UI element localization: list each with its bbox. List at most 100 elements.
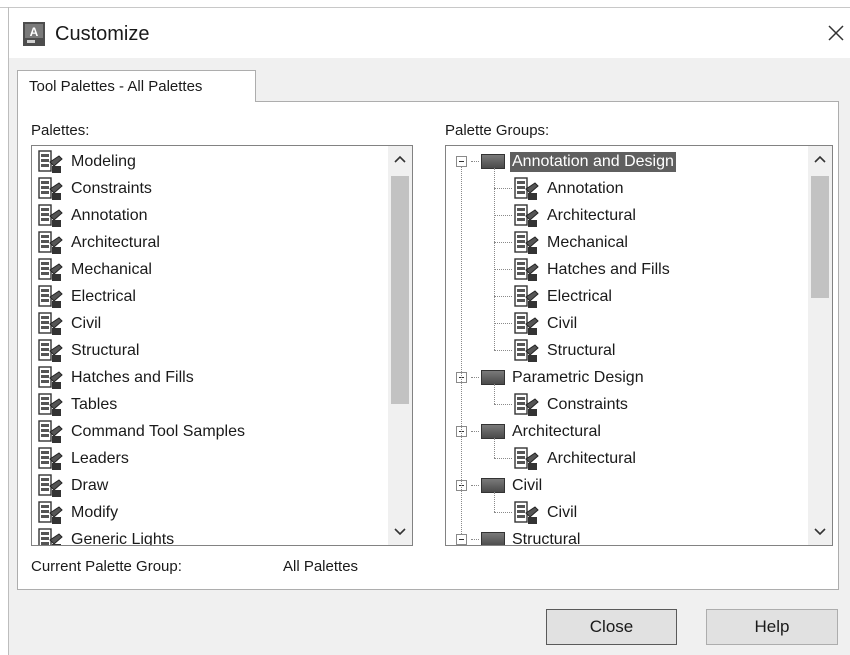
palette-list-item[interactable]: Structural (38, 337, 141, 364)
palette-group-child[interactable]: Architectural (494, 445, 638, 472)
scroll-down-icon[interactable] (808, 519, 832, 545)
palette-group-child-label: Constraints (547, 395, 628, 413)
palette-list-item-label: Tables (71, 395, 118, 413)
palette-group-child[interactable]: Architectural (494, 202, 638, 229)
palette-list-item[interactable]: Civil (38, 310, 103, 337)
palette-group-child[interactable]: Hatches and Fills (494, 256, 672, 283)
palette-list-item[interactable]: Modeling (38, 148, 138, 175)
palette-group-node[interactable]: Structural (456, 526, 582, 545)
palette-list-item[interactable]: Annotation (38, 202, 150, 229)
window-top-edge (0, 0, 850, 8)
title-bar[interactable]: A Customize (9, 8, 850, 58)
palette-list-item-label: Hatches and Fills (71, 368, 194, 386)
palette-group-node[interactable]: Architectural (456, 418, 603, 445)
palette-group-icon (481, 532, 505, 545)
tool-palette-icon (514, 230, 539, 254)
tool-palette-icon (514, 446, 539, 470)
tool-palette-icon (38, 203, 63, 227)
palette-group-label: Civil (512, 476, 543, 494)
scroll-down-icon[interactable] (388, 519, 412, 545)
tree-root-line (461, 167, 462, 534)
palette-list-item-label: Structural (71, 341, 140, 359)
palette-list-item[interactable]: Tables (38, 391, 119, 418)
palette-group-child[interactable]: Mechanical (494, 229, 630, 256)
current-palette-group-value: All Palettes (283, 558, 359, 575)
palette-list-item-label: Architectural (71, 233, 160, 251)
palette-list-item[interactable]: Modify (38, 499, 120, 526)
collapse-minus-icon[interactable] (456, 534, 467, 545)
tool-palette-icon (38, 500, 63, 524)
tree-branch-line (494, 384, 495, 404)
palette-group-child-label: Hatches and Fills (547, 260, 670, 278)
palette-list-item[interactable]: Draw (38, 472, 110, 499)
tree-branch-line (494, 168, 495, 350)
tree-connector (494, 404, 512, 405)
palette-group-child-label: Architectural (547, 206, 636, 224)
palette-list-item[interactable]: Architectural (38, 229, 162, 256)
palette-list-item[interactable]: Hatches and Fills (38, 364, 196, 391)
palette-groups-label: Palette Groups: (445, 122, 550, 139)
palette-groups-scroll-thumb[interactable] (811, 176, 829, 298)
palette-list-item-label: Mechanical (71, 260, 152, 278)
tool-palette-icon (514, 338, 539, 362)
palettes-scroll-thumb[interactable] (391, 176, 409, 404)
tree-connector (471, 161, 479, 162)
palette-group-child-label: Civil (547, 314, 578, 332)
window-title: Customize (55, 23, 150, 45)
palette-list-item[interactable]: Electrical (38, 283, 138, 310)
palette-group-child-label: Annotation (547, 179, 624, 197)
palette-group-label: Parametric Design (512, 368, 644, 386)
palette-group-icon (481, 424, 505, 439)
palette-group-icon (481, 370, 505, 385)
palette-group-child[interactable]: Annotation (494, 175, 626, 202)
tool-palette-icon (38, 230, 63, 254)
palette-group-child[interactable]: Civil (494, 499, 579, 526)
tree-connector (494, 512, 512, 513)
palette-list-item-label: Command Tool Samples (71, 422, 246, 440)
tab-tool-palettes[interactable]: Tool Palettes - All Palettes (17, 70, 256, 102)
palette-group-node[interactable]: Annotation and Design (456, 148, 676, 175)
tree-connector (494, 350, 512, 351)
palette-group-child[interactable]: Constraints (494, 391, 630, 418)
palette-group-child[interactable]: Civil (494, 310, 579, 337)
tree-branch-line (494, 438, 495, 458)
palette-groups-scrollbar[interactable] (808, 146, 832, 545)
palette-group-child[interactable]: Electrical (494, 283, 614, 310)
palette-list-item[interactable]: Leaders (38, 445, 131, 472)
palettes-list[interactable]: Modeling Constraints Annotation Architectur… (31, 145, 413, 546)
palette-list-item[interactable]: Mechanical (38, 256, 154, 283)
tree-connector (494, 296, 512, 297)
palette-group-label: Architectural (512, 422, 601, 440)
tool-palette-icon (38, 473, 63, 497)
tree-connector (471, 485, 479, 486)
palette-group-node[interactable]: Civil (456, 472, 544, 499)
tool-palette-icon (38, 392, 63, 416)
close-window-icon[interactable] (821, 18, 850, 48)
scroll-up-icon[interactable] (808, 146, 832, 172)
palette-groups-tree[interactable]: Annotation and Design Annotation Architect… (445, 145, 833, 546)
tool-palette-icon (38, 527, 63, 545)
palettes-scrollbar[interactable] (388, 146, 412, 545)
palette-group-node[interactable]: Parametric Design (456, 364, 646, 391)
tree-branch-line (494, 492, 495, 512)
app-icon-letter: A (30, 25, 39, 39)
palette-list-item-label: Modeling (71, 152, 136, 170)
tree-connector (494, 215, 512, 216)
close-button[interactable]: Close (546, 609, 677, 645)
palette-group-child[interactable]: Structural (494, 337, 617, 364)
collapse-minus-icon[interactable] (456, 156, 467, 167)
palette-list-item-label: Leaders (71, 449, 129, 467)
palette-list-item[interactable]: Generic Lights (38, 526, 176, 545)
scroll-up-icon[interactable] (388, 146, 412, 172)
palette-group-child-label: Mechanical (547, 233, 628, 251)
tool-palette-icon (514, 500, 539, 524)
tree-connector (471, 431, 479, 432)
tool-palette-icon (514, 176, 539, 200)
palette-list-item[interactable]: Constraints (38, 175, 154, 202)
palette-group-label: Annotation and Design (510, 151, 676, 172)
help-button[interactable]: Help (706, 609, 838, 645)
palette-list-item-label: Constraints (71, 179, 152, 197)
palette-list-item[interactable]: Command Tool Samples (38, 418, 247, 445)
tool-palette-icon (38, 176, 63, 200)
tool-palette-icon (514, 284, 539, 308)
